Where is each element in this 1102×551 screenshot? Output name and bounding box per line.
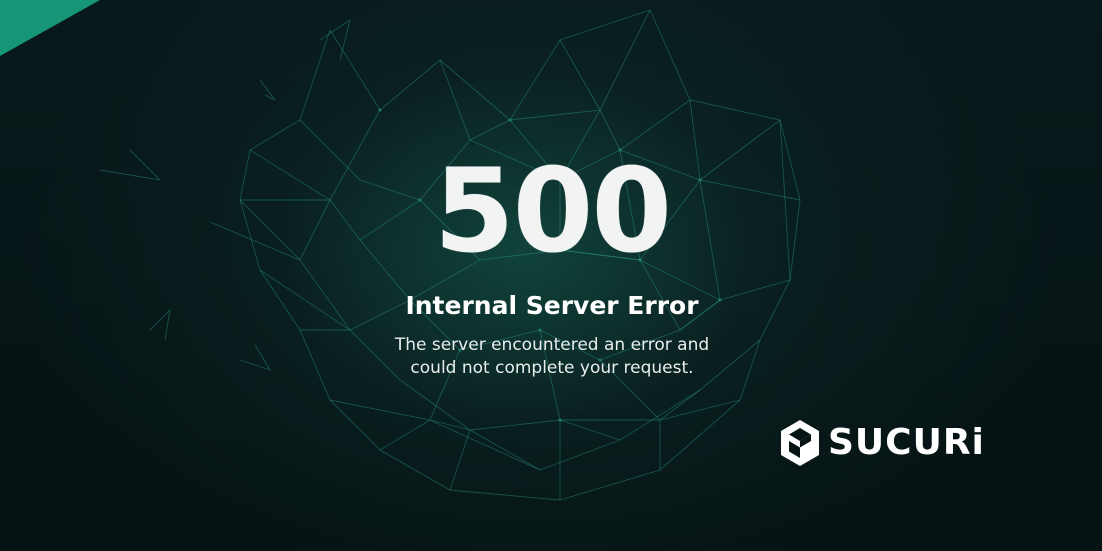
error-description-line-1: The server encountered an error and: [394, 335, 710, 355]
error-description-line-2: could not complete your request.: [410, 358, 694, 378]
error-content: 500 Internal Server Error The server enc…: [330, 150, 774, 380]
error-page: 500 Internal Server Error The server enc…: [0, 0, 1102, 551]
error-description: The server encountered an error and coul…: [330, 334, 774, 380]
error-title: Internal Server Error: [405, 291, 699, 320]
brand-name: SUCURi: [828, 422, 985, 463]
sucuri-logo: SUCURi: [778, 418, 985, 468]
sucuri-hexagon-icon: [781, 420, 819, 466]
error-code: 500: [433, 144, 672, 279]
